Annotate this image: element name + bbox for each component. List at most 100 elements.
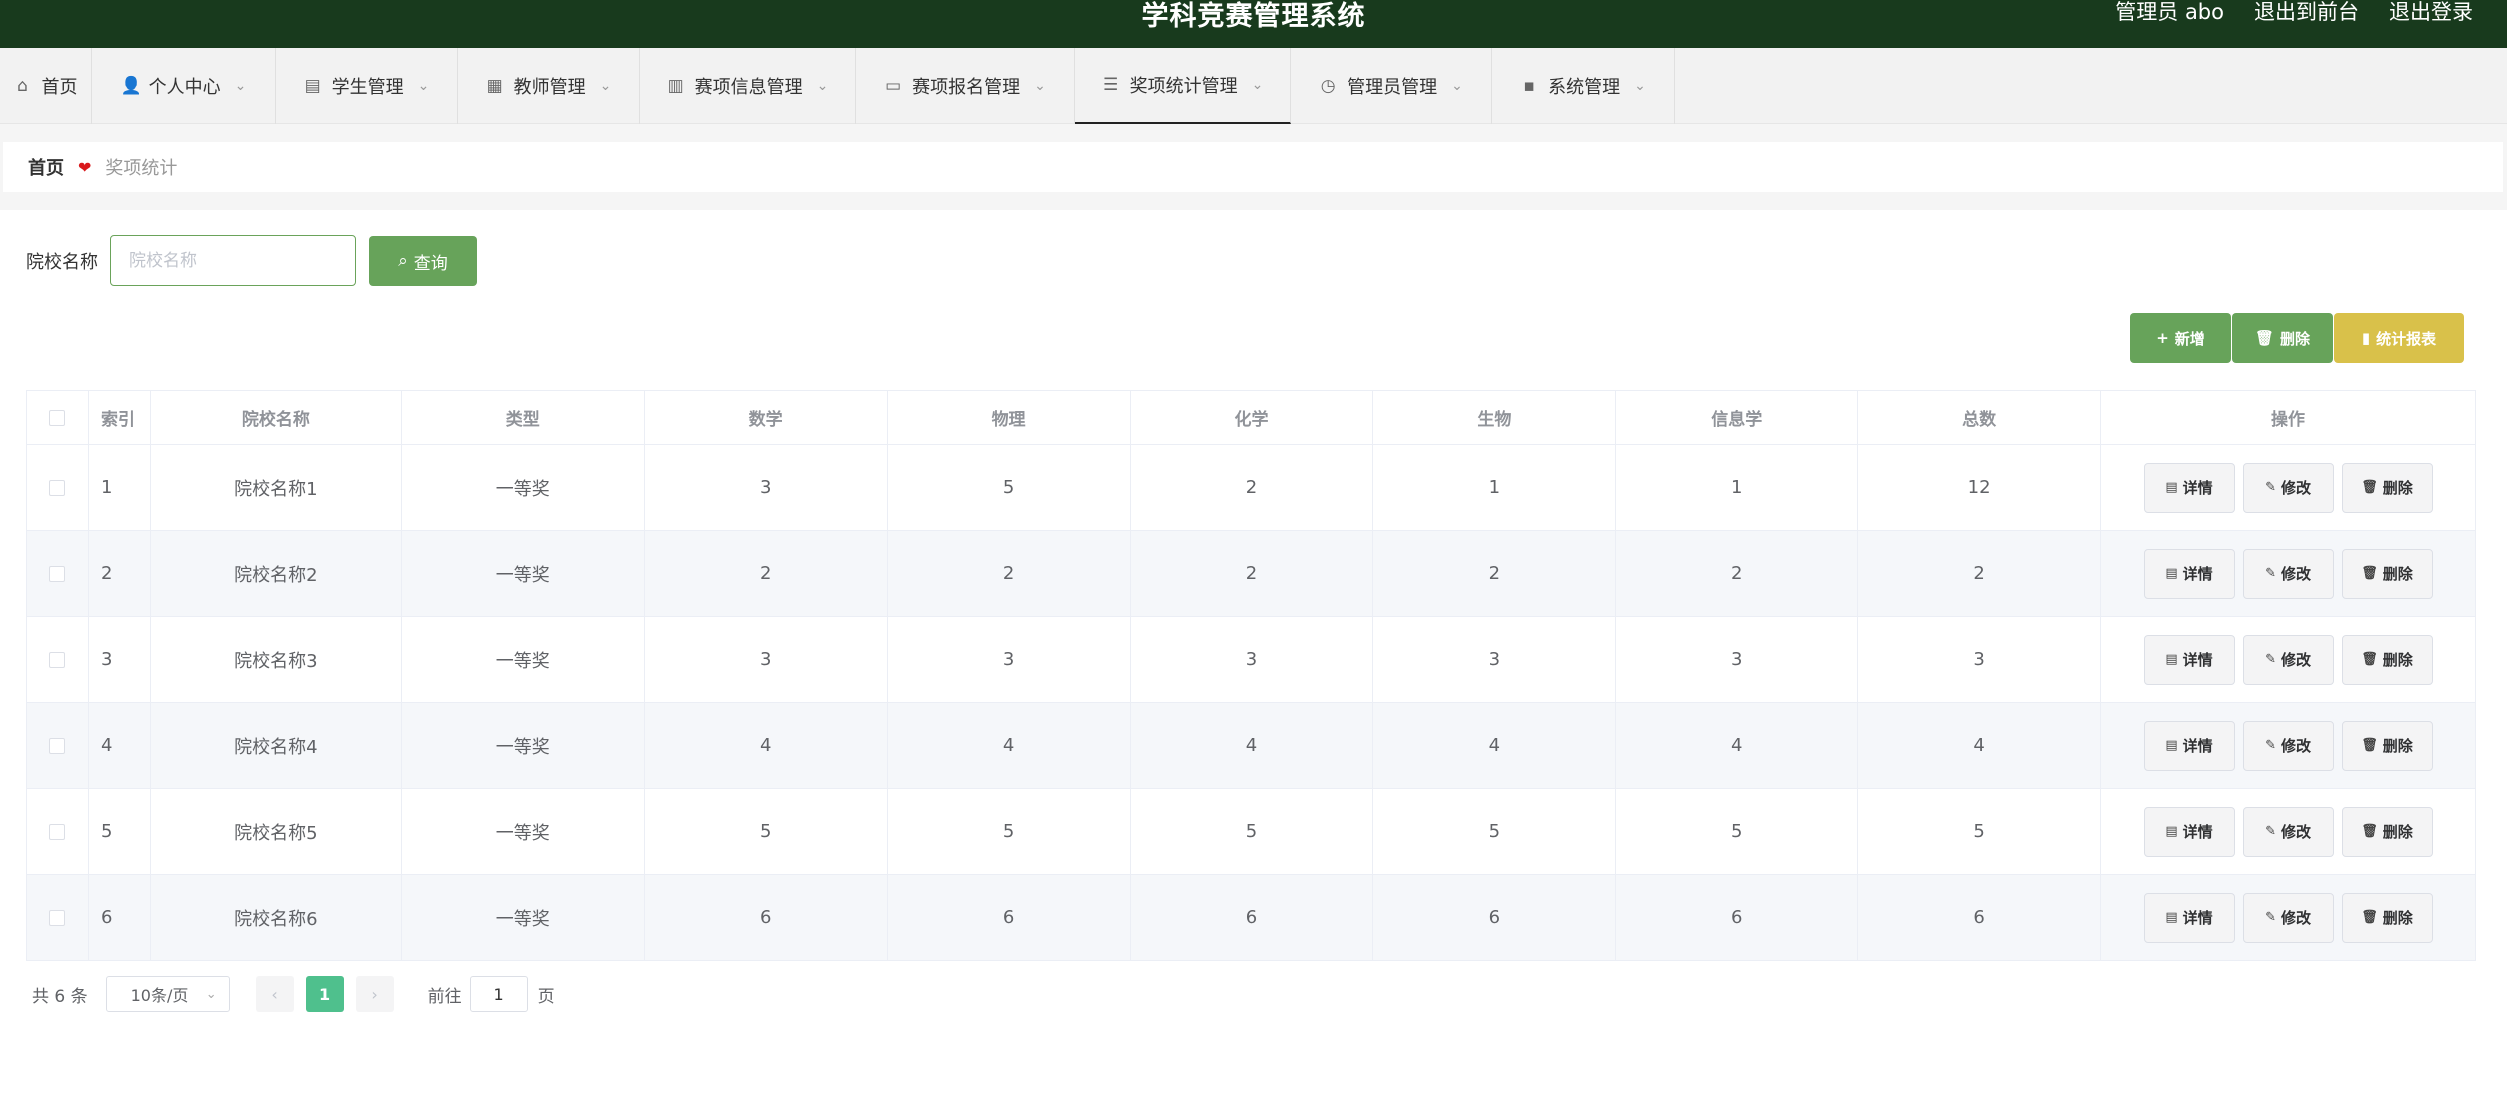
next-page-button[interactable]: › [355,976,394,1012]
detail-button[interactable]: ▤ 详情 [2143,462,2235,513]
select-all-cell[interactable] [26,390,89,445]
detail-button[interactable]: ▤ 详情 [2143,634,2235,685]
page-number-current[interactable]: 1 [305,976,344,1012]
select-all-checkbox[interactable] [49,409,66,426]
row-select-cell[interactable] [26,874,89,961]
detail-button[interactable]: ▤ 详情 [2143,548,2235,599]
nav-item-7[interactable]: ◷ 管理员管理 ⌄ [1291,48,1492,124]
nav-item-0[interactable]: ⌂ 首页 [0,48,92,124]
edit-button[interactable]: ✎ 修改 [2242,634,2334,685]
nav-item-5[interactable]: ▭ 赛项报名管理 ⌄ [856,48,1075,124]
prev-page-button[interactable]: ‹ [255,976,294,1012]
pencil-icon: ✎ [2265,824,2276,839]
header-index: 索引 [87,390,151,445]
logout-link[interactable]: 退出登录 [2389,0,2473,26]
chemistry-cell: 6 [1129,874,1374,961]
total-cell: 4 [1857,702,2102,789]
delete-button[interactable]: 🗑 删除 [2341,806,2433,857]
row-select-cell[interactable] [26,530,89,617]
add-button[interactable]: + 新增 [2130,313,2231,363]
chevron-down-icon: ⌄ [234,78,247,94]
physics-cell: 5 [886,788,1131,875]
nav-item-1[interactable]: 👤 个人中心 ⌄ [92,48,276,124]
row-select-cell[interactable] [26,444,89,531]
math-cell: 3 [643,444,888,531]
actions-cell: ▤ 详情 ✎ 修改 🗑 删除 [2100,616,2476,703]
trash-icon: 🗑 [2361,652,2378,667]
detail-button[interactable]: ▤ 详情 [2143,806,2235,857]
table-row: 3 院校名称3 一等奖 3 3 3 3 3 3 ▤ 详情 ✎ 修改 🗑 删除 [26,616,2476,703]
nav-item-3[interactable]: ▦ 教师管理 ⌄ [458,48,640,124]
search-label: 院校名称 [26,252,98,273]
type-cell: 一等奖 [400,616,645,703]
top-header: 学科竞赛管理系统 管理员 abo 退出到前台 退出登录 [0,0,2507,48]
nav-item-label: 奖项统计管理 [1129,76,1238,97]
edit-button[interactable]: ✎ 修改 [2242,720,2334,771]
edit-button[interactable]: ✎ 修改 [2242,548,2334,599]
search-button-label: 查询 [413,253,448,274]
total-cell: 3 [1857,616,2102,703]
detail-label: 详情 [2182,651,2213,669]
detail-button[interactable]: ▤ 详情 [2143,720,2235,771]
row-checkbox[interactable] [49,566,66,582]
search-input[interactable] [110,235,356,286]
type-cell: 一等奖 [400,530,645,617]
biology-cell: 4 [1372,702,1617,789]
informatics-cell: 5 [1615,788,1859,875]
search-button[interactable]: ⌕ 查询 [369,236,477,286]
detail-button[interactable]: ▤ 详情 [2143,892,2235,943]
report-button[interactable]: ▮ 统计报表 [2334,313,2464,363]
edit-button[interactable]: ✎ 修改 [2242,462,2334,513]
delete-button[interactable]: 🗑 删除 [2341,634,2433,685]
edit-button[interactable]: ✎ 修改 [2242,806,2334,857]
page-size-select[interactable]: 10条/页 ⌄ [105,976,230,1012]
edit-label: 修改 [2280,823,2311,841]
nav-item-8[interactable]: ▪ 系统管理 ⌄ [1492,48,1675,124]
delete-button[interactable]: 🗑 删除 [2341,720,2433,771]
row-checkbox[interactable] [49,480,66,496]
breadcrumb-current: 奖项统计 [105,158,178,179]
delete-button[interactable]: 🗑 删除 [2341,462,2433,513]
batch-delete-button[interactable]: 🗑 删除 [2232,313,2333,363]
informatics-cell: 4 [1615,702,1859,789]
breadcrumb-home[interactable]: 首页 [28,154,64,180]
goto-suffix: 页 [537,986,555,1007]
row-select-cell[interactable] [26,616,89,703]
document-icon: ▤ [2165,824,2178,839]
total-cell: 5 [1857,788,2102,875]
plus-icon: + [2156,329,2169,347]
table-row: 5 院校名称5 一等奖 5 5 5 5 5 5 ▤ 详情 ✎ 修改 🗑 删除 [26,788,2476,875]
edit-button[interactable]: ✎ 修改 [2242,892,2334,943]
edit-label: 修改 [2280,737,2311,755]
row-checkbox[interactable] [49,824,66,840]
row-select-cell[interactable] [26,788,89,875]
breadcrumb: 首页 ❤ 奖项统计 [3,142,2503,192]
detail-label: 详情 [2182,909,2213,927]
row-select-cell[interactable] [26,702,89,789]
goto-page-input[interactable] [469,976,528,1012]
header-physics: 物理 [886,390,1131,445]
row-checkbox[interactable] [49,652,66,668]
row-checkbox[interactable] [49,910,66,926]
chevron-right-icon: › [371,984,378,1004]
table-row: 4 院校名称4 一等奖 4 4 4 4 4 4 ▤ 详情 ✎ 修改 🗑 删除 [26,702,2476,789]
report-button-label: 统计报表 [2376,329,2437,348]
type-cell: 一等奖 [400,788,645,875]
header-total: 总数 [1857,390,2102,445]
biology-cell: 3 [1372,616,1617,703]
delete-button[interactable]: 🗑 删除 [2341,892,2433,943]
nav-item-6[interactable]: ☰ 奖项统计管理 ⌄ [1075,48,1291,124]
front-link[interactable]: 退出到前台 [2254,0,2359,26]
nav-item-2[interactable]: ▤ 学生管理 ⌄ [276,48,458,124]
chevron-down-icon: ⌄ [1251,77,1264,93]
row-checkbox[interactable] [49,738,66,754]
chemistry-cell: 2 [1129,444,1374,531]
batch-delete-label: 删除 [2280,329,2311,348]
informatics-cell: 1 [1615,444,1859,531]
header-school: 院校名称 [149,390,402,445]
document-icon: ▤ [2165,910,2178,925]
pencil-icon: ✎ [2265,566,2276,581]
detail-label: 详情 [2182,479,2213,497]
nav-item-4[interactable]: ▥ 赛项信息管理 ⌄ [640,48,856,124]
delete-button[interactable]: 🗑 删除 [2341,548,2433,599]
